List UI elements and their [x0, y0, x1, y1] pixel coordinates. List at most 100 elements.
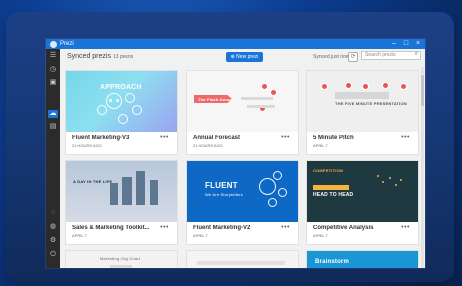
- sync-icon[interactable]: ⟳: [348, 52, 358, 62]
- prezi-card-partial[interactable]: [187, 251, 298, 268]
- pitch-pin: [321, 83, 328, 90]
- card-title: Fluent Marketing-V3: [72, 135, 130, 141]
- maximize-button[interactable]: □: [402, 39, 410, 49]
- thumbnail-title: A DAY IN THE LIFE: [73, 179, 113, 184]
- recent-icon[interactable]: ◷: [48, 66, 58, 74]
- tower-shape: [110, 183, 118, 205]
- prezi-card-competitive-analysis[interactable]: COMPETITION HEAD TO HEAD Competitive Ana…: [307, 161, 418, 244]
- card-meta: 5 Minute Pitch APRIL 7 •••: [313, 134, 414, 154]
- page-title: Synced prezis: [67, 53, 111, 60]
- card-date: APRIL 7: [72, 233, 87, 238]
- thumbnail-title: FLUENT: [205, 181, 238, 190]
- card-title: Sales & Marketing Toolkit...: [72, 225, 150, 231]
- fluent-circle: [278, 188, 287, 197]
- settings-icon[interactable]: ⚙: [48, 237, 58, 245]
- card-meta: Fluent Marketing-V3 21 HOURS AGO •••: [72, 134, 173, 154]
- thumbnail-title: HEAD TO HEAD: [313, 192, 354, 198]
- placeholder-shape: [197, 261, 285, 265]
- forecast-pin: [270, 89, 277, 96]
- card-date: APRIL 7: [193, 233, 208, 238]
- approach-node-ring: [118, 114, 128, 124]
- pitch-pin: [382, 82, 389, 89]
- menu-icon[interactable]: ☰: [48, 52, 58, 60]
- search-placeholder: Search prezis: [365, 52, 396, 58]
- approach-node-ring: [125, 93, 135, 103]
- forecast-line: [241, 97, 273, 100]
- chart-dot: [377, 175, 379, 177]
- left-sidebar: ☰ ◷ ▣ ☁ ▤ ◌ ◍ ⚙ ⏻: [46, 49, 60, 268]
- prezi-card-brainstorm[interactable]: Brainstorm: [307, 251, 418, 268]
- prezi-thumbnail: APPROACH: [66, 71, 177, 132]
- chart-dot: [400, 179, 402, 181]
- thumbnail-title: APPROACH: [100, 84, 142, 91]
- window-controls: – □ ×: [390, 39, 422, 49]
- more-options-icon[interactable]: •••: [160, 224, 169, 231]
- forecast-line: [247, 105, 275, 108]
- pitch-pin: [400, 83, 407, 90]
- plus-icon: ⊕: [230, 54, 235, 60]
- cloud-icon[interactable]: ☁: [48, 110, 58, 118]
- more-options-icon[interactable]: •••: [401, 224, 410, 231]
- account-icon[interactable]: ◍: [48, 223, 58, 231]
- chart-dot: [389, 177, 391, 179]
- prezi-thumbnail: A DAY IN THE LIFE: [66, 161, 177, 222]
- prezi-card-sales-marketing-toolkit[interactable]: A DAY IN THE LIFE Sales & Marketing Tool…: [66, 161, 177, 244]
- search-icon[interactable]: ⌕: [415, 51, 418, 58]
- fluent-circle: [273, 171, 282, 180]
- thumbnail-title: THE FIVE MINUTE PRESENTATION: [335, 101, 407, 106]
- approach-node-ring: [97, 105, 107, 115]
- minimize-button[interactable]: –: [390, 39, 398, 49]
- app-logo-icon: [50, 40, 57, 48]
- scroll-thumb[interactable]: [421, 75, 424, 106]
- prezi-card-marketing-org-chart[interactable]: Marketing Org Chart: [66, 251, 177, 268]
- vertical-scrollbar[interactable]: [421, 67, 424, 268]
- card-title: Competitive Analysis: [313, 225, 374, 231]
- chart-dot: [395, 184, 397, 186]
- prezi-app-window: Prezi – □ × ☰ ◷ ▣ ☁ ▤ ◌ ◍ ⚙ ⏻ Synced pre…: [46, 39, 425, 268]
- thumbnail-title: Marketing Org Chart: [100, 256, 141, 261]
- search-input[interactable]: Search prezis ⌕: [361, 51, 421, 60]
- approach-dot: [109, 99, 112, 102]
- tower-shape: [136, 171, 145, 205]
- prezi-thumbnail: Brainstorm: [307, 251, 418, 268]
- window-titlebar: Prezi – □ ×: [46, 39, 425, 49]
- card-date: 21 HOURS AGO: [72, 143, 102, 148]
- card-date: 21 HOURS AGO: [193, 143, 223, 148]
- power-icon[interactable]: ⏻: [48, 251, 58, 259]
- tower-shape: [150, 180, 158, 205]
- more-options-icon[interactable]: •••: [401, 134, 410, 141]
- prezi-thumbnail: COMPETITION HEAD TO HEAD: [307, 161, 418, 222]
- approach-dot: [116, 99, 119, 102]
- more-options-icon[interactable]: •••: [281, 224, 290, 231]
- more-options-icon[interactable]: •••: [160, 134, 169, 141]
- pitch-pin: [362, 83, 369, 90]
- more-options-icon[interactable]: •••: [281, 134, 290, 141]
- chart-dot: [382, 181, 384, 183]
- card-title: Annual Forecast: [193, 135, 241, 141]
- thumbnail-title: The Flash Annual: [198, 97, 235, 102]
- prezi-card-5-minute-pitch[interactable]: THE FIVE MINUTE PRESENTATION 5 Minute Pi…: [307, 71, 418, 154]
- tablet-frame: Prezi – □ × ☰ ◷ ▣ ☁ ▤ ◌ ◍ ⚙ ⏻ Synced pre…: [6, 12, 454, 282]
- new-prezi-button[interactable]: ⊕ New prezi: [226, 52, 263, 62]
- card-meta: Sales & Marketing Toolkit... APRIL 7 •••: [72, 224, 173, 244]
- card-meta: Annual Forecast 21 HOURS AGO •••: [193, 134, 294, 154]
- pitch-pin: [345, 82, 352, 89]
- prezi-thumbnail: THE FIVE MINUTE PRESENTATION: [307, 71, 418, 132]
- prezi-thumbnail: The Flash Annual: [187, 71, 298, 132]
- prezi-grid: APPROACH Fluent Marketing-V3 21 HOURS AG…: [66, 71, 418, 268]
- prezi-card-fluent-marketing-v2[interactable]: FLUENT We Are Storytellers Fluent Market…: [187, 161, 298, 244]
- prezi-card-annual-forecast[interactable]: The Flash Annual Annual Forecast 21 HOUR…: [187, 71, 298, 154]
- fluent-circle: [259, 178, 276, 195]
- help-icon[interactable]: ◌: [48, 209, 58, 217]
- pitch-title-block: [335, 92, 389, 99]
- folder-icon[interactable]: ▤: [48, 123, 58, 131]
- card-date: APRIL 7: [313, 143, 328, 148]
- content-header: Synced prezis 13 prezis ⊕ New prezi Sync…: [60, 49, 425, 67]
- fluent-circle: [268, 198, 277, 207]
- competition-strip: [313, 185, 349, 190]
- prezi-count: 13 prezis: [113, 54, 134, 60]
- prezi-card-fluent-marketing-v3[interactable]: APPROACH Fluent Marketing-V3 21 HOURS AG…: [66, 71, 177, 154]
- close-button[interactable]: ×: [414, 39, 422, 49]
- present-icon[interactable]: ▣: [48, 79, 58, 87]
- card-meta: Fluent Marketing-V2 APRIL 7 •••: [193, 224, 294, 244]
